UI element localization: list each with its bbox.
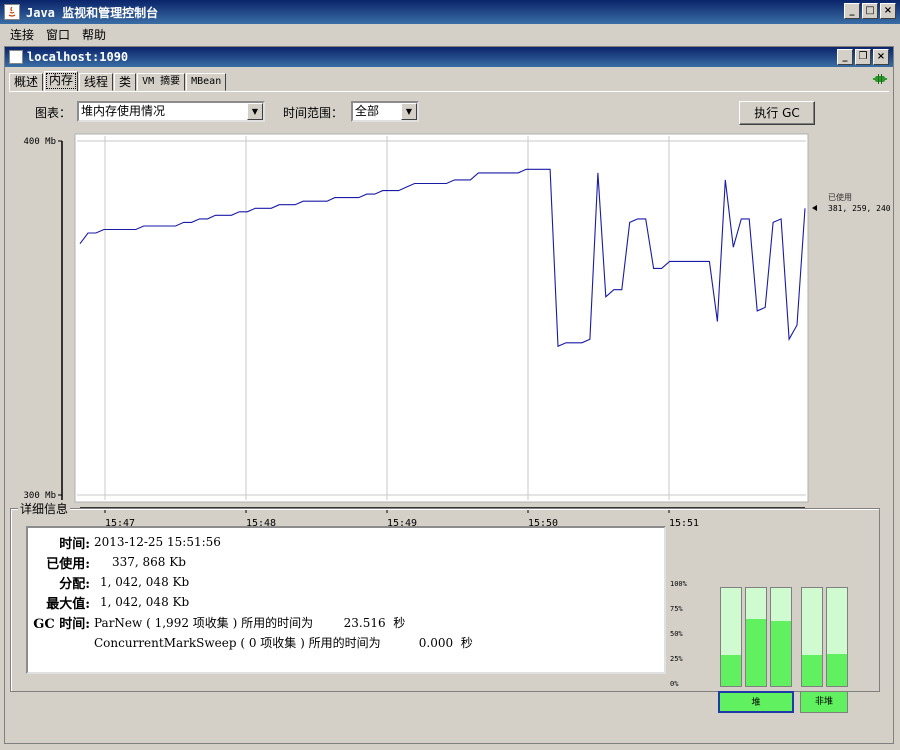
detail-key: 时间: bbox=[59, 536, 90, 552]
nonheap-button[interactable]: 非堆 bbox=[800, 691, 848, 713]
detail-row-gc-cms: ConcurrentMarkSweep ( 0 项收集 ) 所用的时间为 0.0… bbox=[28, 632, 473, 652]
heap-usage-chart: 400 Mb300 Mb 15:47 15:48 15:49 15:50 15:51 已… bbox=[23, 133, 891, 529]
detail-value: 1, 042, 048 Kb bbox=[100, 575, 190, 589]
details-legend: 详细信息 bbox=[18, 500, 71, 517]
detail-row-max: 最大值: 1, 042, 048 Kb bbox=[28, 592, 189, 612]
y-ticks: 400 Mb300 Mb bbox=[23, 137, 62, 501]
pool-usage-fill bbox=[721, 654, 741, 686]
detail-value: ParNew ( 1,992 项收集 ) 所用的时间为 23.516 秒 bbox=[94, 615, 406, 630]
detail-value: ConcurrentMarkSweep ( 0 项收集 ) 所用的时间为 0.0… bbox=[94, 635, 473, 650]
heap-button[interactable]: 堆 bbox=[718, 691, 794, 713]
pool-usage-bar[interactable] bbox=[801, 587, 823, 687]
detail-key: 分配: bbox=[59, 576, 90, 592]
pool-usage-fill bbox=[827, 653, 847, 686]
detail-key: 已使用: bbox=[46, 556, 90, 572]
pct-label: 50% bbox=[670, 630, 683, 638]
current-label: 已使用 bbox=[828, 192, 852, 202]
detail-row-time: 时间: 2013-12-25 15:51:56 bbox=[28, 532, 221, 552]
detail-row-used: 已使用: 337, 868 Kb bbox=[28, 552, 186, 572]
detail-key: GC 时间: bbox=[33, 616, 90, 632]
pct-label: 0% bbox=[670, 680, 679, 688]
detail-value: 337, 868 Kb bbox=[112, 555, 186, 569]
pct-label: 25% bbox=[670, 655, 683, 663]
current-value-marker bbox=[812, 205, 817, 211]
details-box: 时间: 2013-12-25 15:51:56 已使用: 337, 868 Kb… bbox=[26, 526, 666, 674]
plot-area bbox=[74, 133, 809, 503]
pool-usage-fill bbox=[746, 619, 766, 686]
pct-label: 75% bbox=[670, 605, 683, 613]
detail-row-gc-parnew: GC 时间: ParNew ( 1,992 项收集 ) 所用的时间为 23.51… bbox=[28, 612, 405, 632]
pool-usage-bar[interactable] bbox=[770, 587, 792, 687]
detail-row-committed: 分配: 1, 042, 048 Kb bbox=[28, 572, 189, 592]
detail-value: 1, 042, 048 Kb bbox=[100, 595, 190, 609]
pool-usage-bar[interactable] bbox=[745, 587, 767, 687]
pool-usage-fill bbox=[802, 654, 822, 686]
detail-key: 最大值: bbox=[46, 596, 90, 612]
pct-label: 100% bbox=[670, 580, 687, 588]
y-tick-label: 400 Mb bbox=[23, 137, 56, 147]
pool-usage-bar[interactable] bbox=[826, 587, 848, 687]
detail-value: 2013-12-25 15:51:56 bbox=[94, 535, 221, 549]
pool-usage-fill bbox=[771, 621, 791, 686]
current-value: 381, 259, 240 bbox=[828, 204, 891, 213]
pool-usage-bar[interactable] bbox=[720, 587, 742, 687]
